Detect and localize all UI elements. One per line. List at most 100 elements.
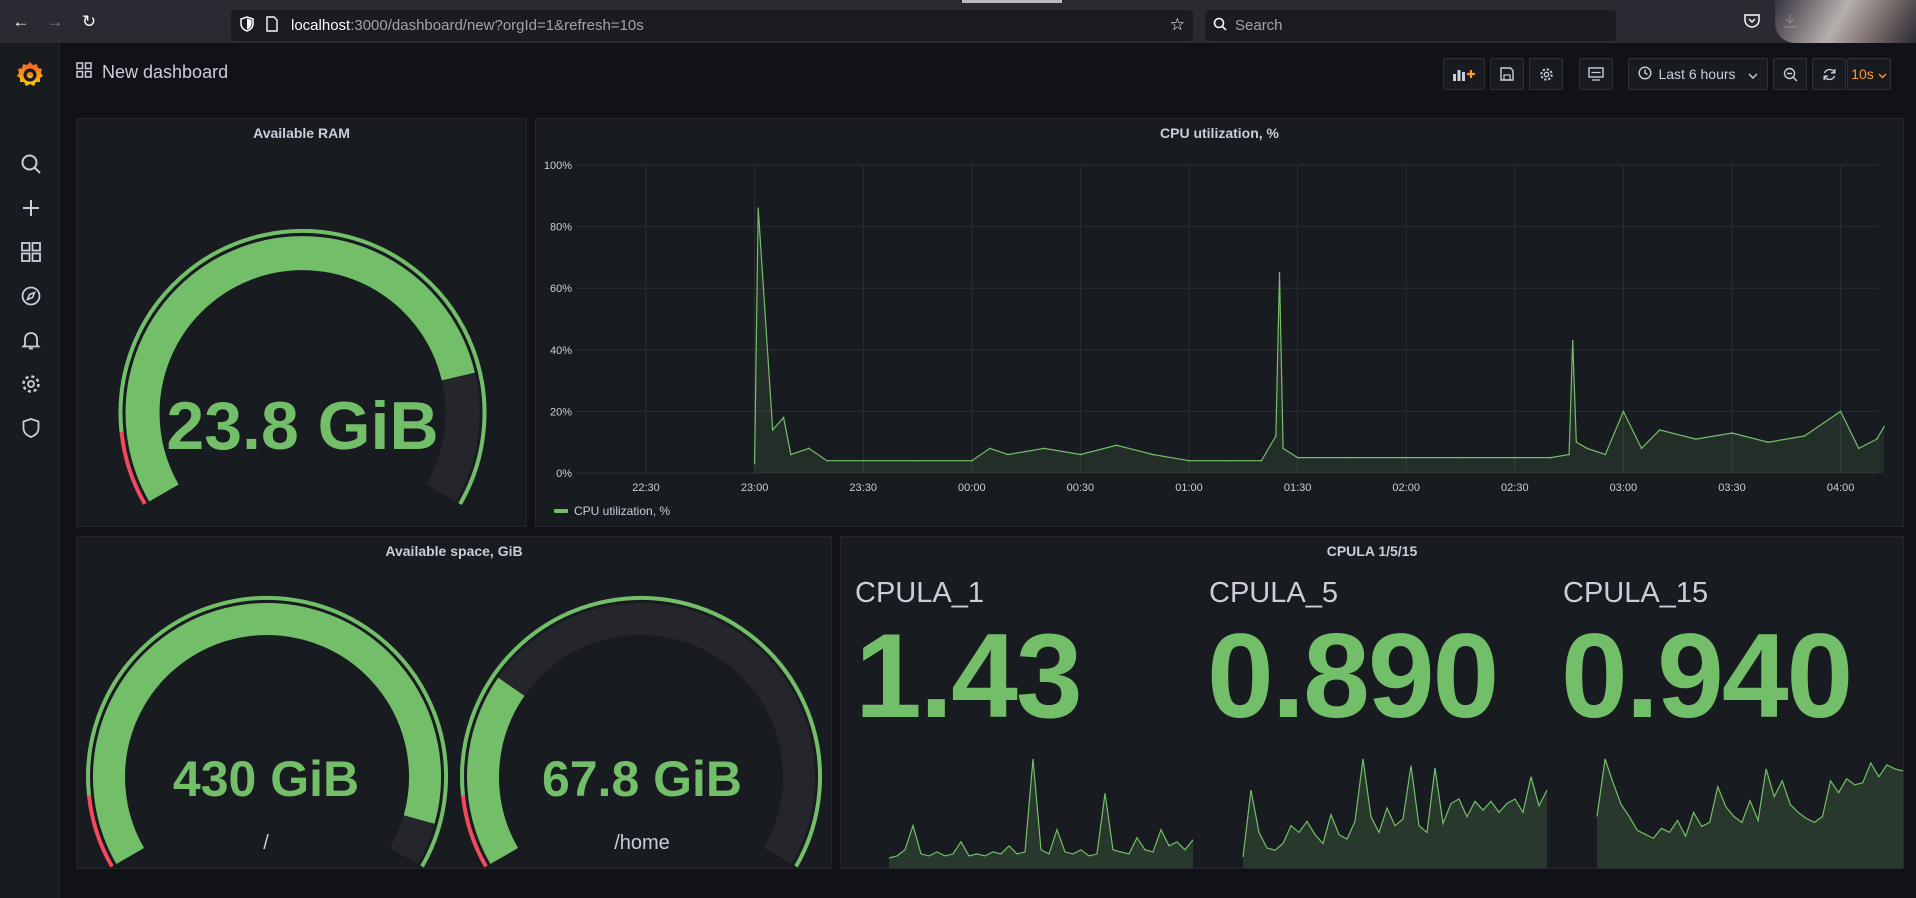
data-point xyxy=(826,459,828,462)
time-range-picker[interactable]: Last 6 hours xyxy=(1628,58,1768,90)
dashboards-icon[interactable] xyxy=(20,241,42,263)
reload-icon[interactable]: ↻ xyxy=(76,9,102,35)
sparkline-line xyxy=(888,758,1194,859)
tracking-shield-icon[interactable] xyxy=(239,15,257,36)
panel-available-ram[interactable]: Available RAM 23.8 GiB xyxy=(76,118,527,527)
disk-gauges xyxy=(86,595,822,868)
page-info-icon[interactable] xyxy=(265,15,283,36)
root-gauge-threshold-green xyxy=(86,595,448,868)
forward-icon[interactable]: → xyxy=(42,9,68,35)
sparkline-area xyxy=(1243,759,1547,868)
data-point xyxy=(1640,447,1643,450)
data-point xyxy=(1514,456,1516,459)
data-point xyxy=(1275,435,1277,437)
add-panel-button[interactable] xyxy=(1443,58,1485,90)
data-point xyxy=(1152,453,1154,456)
stat-name-cpula-15: CPULA_15 xyxy=(1563,577,1709,609)
search-input[interactable]: Search xyxy=(1205,10,1616,41)
x-tick-label: 01:30 xyxy=(1284,482,1312,494)
gauge-value: 23.8 GiB xyxy=(166,388,439,464)
chart-legend[interactable]: CPU utilization, % xyxy=(554,504,670,518)
data-point xyxy=(1803,435,1806,437)
data-point xyxy=(1351,456,1353,459)
x-tick-label: 00:30 xyxy=(1067,482,1095,494)
y-tick-label: 0% xyxy=(556,468,572,480)
dashboard-settings-button[interactable] xyxy=(1529,58,1563,90)
stat-value-cpula-15: 0.940 xyxy=(1561,609,1853,743)
data-point xyxy=(808,447,810,450)
data-point xyxy=(1188,459,1190,462)
x-tick-label: 04:00 xyxy=(1827,482,1855,494)
alerting-bell-icon[interactable] xyxy=(20,329,42,351)
x-tick-label: 01:00 xyxy=(1175,482,1203,494)
sidebar xyxy=(0,43,60,898)
cycle-view-mode-button[interactable] xyxy=(1579,58,1613,90)
data-point xyxy=(1767,441,1769,444)
data-point xyxy=(1883,426,1885,428)
stat-name-cpula-1: CPULA_1 xyxy=(855,577,984,609)
x-tick-label: 23:30 xyxy=(849,482,877,494)
chevron-down-icon xyxy=(1878,66,1887,82)
url-bar[interactable]: localhost:3000/dashboard/new?orgId=1&ref… xyxy=(231,10,1193,41)
data-point xyxy=(1571,339,1574,342)
y-tick-label: 80% xyxy=(550,222,572,234)
grafana-logo-icon[interactable] xyxy=(14,59,46,91)
data-point xyxy=(862,459,864,462)
data-point xyxy=(753,462,756,465)
chevron-down-icon xyxy=(1748,66,1758,82)
explore-compass-icon[interactable] xyxy=(20,285,42,307)
data-point xyxy=(989,447,991,450)
data-point xyxy=(1459,456,1462,459)
search-icon[interactable] xyxy=(20,153,42,175)
create-plus-icon[interactable] xyxy=(20,197,42,219)
browser-theme-artwork xyxy=(1775,0,1916,43)
dashboard-header: New dashboard Last 6 hours 10s xyxy=(60,43,1916,107)
data-point xyxy=(1604,453,1607,456)
series-area xyxy=(754,208,1884,473)
home-gauge-threshold-green xyxy=(460,595,822,868)
series-line xyxy=(754,208,1885,464)
dashboard-title[interactable]: New dashboard xyxy=(76,62,228,83)
data-point xyxy=(1278,272,1281,274)
legend-swatch xyxy=(554,509,568,513)
refresh-interval-picker[interactable]: 10s xyxy=(1847,58,1891,90)
y-tick-label: 100% xyxy=(544,160,572,172)
refresh-interval-label: 10s xyxy=(1851,66,1874,82)
legend-label: CPU utilization, % xyxy=(574,504,671,518)
x-tick-label: 03:30 xyxy=(1718,482,1746,494)
panel-available-space[interactable]: Available space, GiB 430 GiB / 67.8 GiB … xyxy=(76,536,832,869)
panel-cpu-utilization[interactable]: CPU utilization, % 0% 20% 40% 60% 80% 100% 22:… xyxy=(535,118,1904,527)
search-icon xyxy=(1213,17,1227,35)
data-point xyxy=(916,459,919,462)
data-point xyxy=(1115,444,1118,447)
data-point xyxy=(1876,438,1878,440)
save-dashboard-button[interactable] xyxy=(1490,58,1524,90)
y-tick-label: 20% xyxy=(550,406,572,418)
gauge-value-root: 430 GiB xyxy=(172,751,360,807)
data-point xyxy=(1296,456,1299,459)
data-point xyxy=(1550,456,1552,459)
x-tick-label: 22:30 xyxy=(632,482,660,494)
data-point xyxy=(1658,429,1661,431)
x-tick-label: 00:00 xyxy=(958,482,986,494)
home-gauge-track xyxy=(467,602,815,864)
bookmark-star-icon[interactable]: ☆ xyxy=(1170,15,1185,35)
y-tick-label: 60% xyxy=(550,283,572,295)
zoom-out-button[interactable] xyxy=(1773,58,1807,90)
pocket-icon[interactable] xyxy=(1741,12,1763,34)
configuration-gear-icon[interactable] xyxy=(20,373,42,395)
data-point xyxy=(1575,441,1578,444)
panel-cpula[interactable]: CPULA 1/5/15 CPULA_1 1.43 CPULA_5 0.890 … xyxy=(840,536,1904,869)
ram-gauge xyxy=(118,229,487,505)
data-point xyxy=(771,429,774,431)
refresh-dashboard-button[interactable] xyxy=(1812,58,1846,90)
url-host: localhost xyxy=(291,17,351,34)
server-admin-shield-icon[interactable] xyxy=(20,417,42,439)
cpu-line-chart[interactable]: 0% 20% 40% 60% 80% 100% 22:30 23:00 23:30 00:00 00… xyxy=(536,119,1905,499)
data-point xyxy=(1007,453,1009,456)
data-point xyxy=(1043,447,1045,450)
data-point xyxy=(1695,438,1697,440)
clock-icon xyxy=(1638,65,1652,83)
sparkline-area xyxy=(889,759,1193,868)
back-icon[interactable]: ← xyxy=(8,9,34,35)
